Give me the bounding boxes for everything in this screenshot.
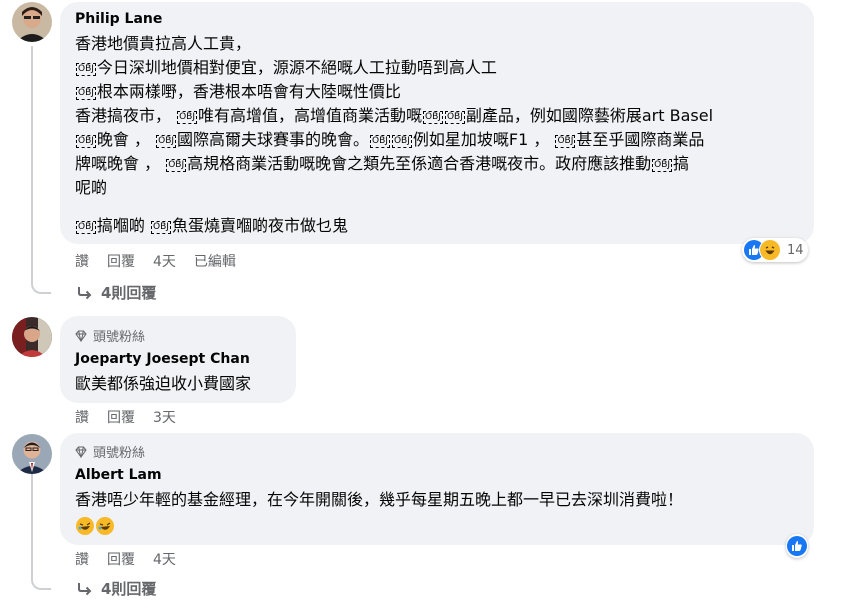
obj-placeholder-icon: OBJ (652, 159, 673, 172)
comment-text-line: OBJ 根本兩樣嘢，香港根本唔會有大陸嘅性價比 (75, 82, 401, 102)
reaction-summary[interactable] (786, 534, 808, 558)
reaction-count: 14 (787, 242, 804, 258)
comment-author[interactable]: Albert Lam (75, 467, 162, 483)
text-run: 副產品，例如國際藝術展art Basel (465, 106, 714, 125)
obj-placeholder-icon: OBJ (76, 63, 96, 76)
thread-elbow (31, 270, 51, 294)
avatar[interactable] (12, 317, 52, 357)
comment-text-line: 牌嘅晚會 ， OBJ 高規格商業活動嘅晚會之類先至係適合香港嘅夜市。政府應該推動 O… (75, 154, 689, 174)
reaction-summary[interactable]: 14 (742, 238, 808, 262)
timestamp[interactable]: 4天 (153, 251, 176, 271)
thread-elbow (31, 570, 51, 590)
timestamp[interactable]: 4天 (153, 549, 176, 569)
top-fan-badge: 頭號粉絲 (75, 442, 145, 461)
obj-placeholder-icon: OBJ (391, 135, 412, 148)
avatar[interactable] (12, 2, 52, 42)
comment-text-line: 歐美都係強迫收小費國家 (75, 374, 251, 394)
obj-placeholder-icon: OBJ (177, 111, 198, 124)
reply-button[interactable]: 回覆 (107, 407, 135, 427)
reply-arrow-icon (78, 582, 92, 595)
text-run: 唯有高增值，高增值商業活動嘅 (198, 106, 423, 125)
obj-placeholder-icon: OBJ (76, 135, 96, 148)
replies-count-label: 4則回覆 (101, 284, 157, 302)
text-run: 根本兩樣嘢，香港根本唔會有大陸嘅性價比 (96, 82, 401, 101)
comment-text-line: 香港地價貴拉高人工貴， (75, 34, 251, 54)
text-run: 歐美都係強迫收小費國家 (75, 374, 252, 393)
like-button[interactable]: 讚 (75, 407, 89, 427)
reply-button[interactable]: 回覆 (107, 549, 135, 569)
text-run: 香港搞夜市， (75, 106, 177, 125)
text-run: 牌嘅晚會 ， (75, 154, 166, 173)
text-run: 搞嗰啲 (96, 216, 151, 235)
text-run: 搞 (673, 154, 690, 173)
like-button[interactable]: 讚 (75, 549, 89, 569)
obj-placeholder-icon: OBJ (370, 135, 390, 148)
obj-placeholder-icon: OBJ (166, 159, 187, 172)
like-button[interactable]: 讚 (75, 251, 89, 271)
comment-author[interactable]: Joeparty Joesept Chan (75, 351, 250, 367)
comment-text-line: 香港唔少年輕的基金經理，在今年開關後，幾乎每星期五晚上都一早已去深圳消費啦！ (75, 490, 683, 510)
thread-line (31, 46, 33, 278)
comment-text-line: 呢啲 (75, 178, 107, 198)
comment-text-line: OBJ 今日深圳地價相對便宜，源源不絕嘅人工拉動唔到高人工 (75, 58, 497, 78)
view-replies-link[interactable]: 4則回覆 (77, 578, 156, 599)
text-run: 甚至乎國際商業品 (576, 130, 705, 149)
comment-actions: 讚 回覆 4天 已編輯 (75, 251, 254, 271)
obj-placeholder-icon: OBJ (555, 135, 576, 148)
text-run: 呢啲 (75, 178, 108, 197)
comment-actions: 讚 回覆 4天 (75, 549, 194, 569)
text-run: 高規格商業活動嘅晚會之類先至係適合香港嘅夜市。政府應該推動 (187, 154, 652, 173)
text-run: 香港地價貴拉高人工貴， (75, 34, 252, 53)
comment-bubble (60, 433, 814, 545)
text-run: 國際高爾夫球賽事的晚會。 (177, 130, 370, 149)
comment-actions: 讚 回覆 3天 (75, 407, 194, 427)
replies-count-label: 4則回覆 (101, 580, 157, 598)
obj-placeholder-icon: OBJ (76, 87, 96, 100)
reply-arrow-icon (78, 286, 92, 299)
comment-text-line: 香港搞夜市， OBJ 唯有高增值，高增值商業活動嘅 OBJ OBJ 副產品，例如國際藝術… (75, 106, 713, 126)
rofl-icon (76, 517, 94, 535)
timestamp[interactable]: 3天 (153, 407, 176, 427)
badge-label: 頭號粉絲 (93, 330, 146, 345)
obj-placeholder-icon: OBJ (156, 135, 177, 148)
text-run: 晚會 ， (96, 130, 156, 149)
text-run: 今日深圳地價相對便宜，源源不絕嘅人工拉動唔到高人工 (96, 58, 497, 77)
emoji-row (76, 517, 114, 535)
comment-author[interactable]: Philip Lane (75, 11, 162, 27)
text-run: 例如星加坡嘅F1 ， (412, 130, 555, 149)
like-icon (787, 536, 807, 556)
haha-icon (759, 239, 781, 261)
obj-placeholder-icon: OBJ (444, 111, 465, 124)
diamond-icon (75, 330, 87, 342)
rofl-icon (96, 517, 114, 535)
diamond-icon (75, 446, 87, 458)
avatar[interactable] (12, 434, 52, 474)
obj-placeholder-icon: OBJ (76, 221, 96, 234)
text-run: 香港唔少年輕的基金經理，在今年開關後，幾乎每星期五晚上都一早已去深圳消費啦！ (75, 490, 684, 509)
obj-placeholder-icon: OBJ (423, 111, 443, 124)
comment-text-line: OBJ 搞嗰啲 OBJ 魚蛋燒賣嗰啲夜市做乜鬼 (75, 216, 348, 236)
edited-label: 已編輯 (193, 254, 236, 270)
text-run: 魚蛋燒賣嗰啲夜市做乜鬼 (171, 216, 348, 235)
comment-text-line: OBJ 晚會 ， OBJ 國際高爾夫球賽事的晚會。 OBJ OBJ 例如星加坡嘅F1 ， … (75, 130, 704, 150)
top-fan-badge: 頭號粉絲 (75, 326, 145, 345)
view-replies-link[interactable]: 4則回覆 (77, 282, 156, 303)
obj-placeholder-icon: OBJ (151, 221, 171, 234)
badge-label: 頭號粉絲 (93, 446, 146, 461)
reply-button[interactable]: 回覆 (107, 251, 135, 271)
